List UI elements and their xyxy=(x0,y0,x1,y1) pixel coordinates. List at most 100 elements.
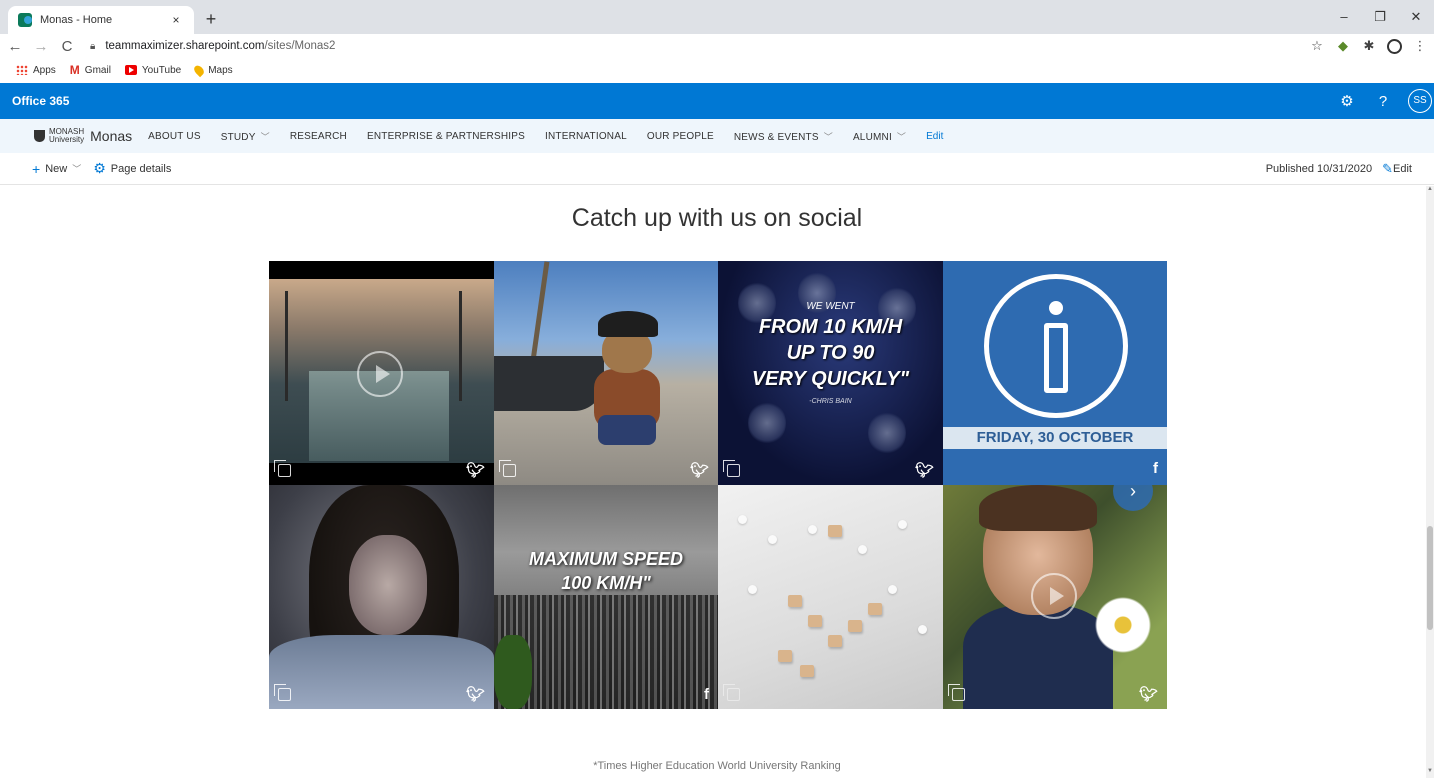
profile-avatar-icon[interactable] xyxy=(1387,38,1402,54)
twitter-icon: 🐦︎ xyxy=(914,462,934,479)
reload-icon[interactable]: C xyxy=(56,38,78,55)
carousel-next-button[interactable]: › xyxy=(1113,485,1153,511)
browser-menu-icon[interactable]: ⋮ xyxy=(1412,38,1428,54)
scroll-down-icon[interactable]: ▼ xyxy=(1426,768,1434,778)
browser-tab-bar: Monas - Home × + – ❐ ✕ xyxy=(0,0,1434,34)
page-scrollbar[interactable]: ▲ ▼ xyxy=(1426,186,1434,778)
suite-title[interactable]: Office 365 xyxy=(12,94,69,108)
ranking-footnote: *Times Higher Education World University… xyxy=(593,760,841,772)
restore-button[interactable]: ❐ xyxy=(1362,0,1398,34)
forward-arrow-icon[interactable]: → xyxy=(30,38,52,55)
close-window-button[interactable]: ✕ xyxy=(1398,0,1434,34)
new-tab-button[interactable]: + xyxy=(200,8,222,30)
new-button[interactable]: + New ﹀ xyxy=(32,161,81,177)
social-post-tile[interactable]: › 🐦︎ xyxy=(943,485,1167,709)
twitter-icon: 🐦︎ xyxy=(465,462,485,479)
date-banner: FRIDAY, 30 OCTOBER xyxy=(943,427,1167,449)
bookmark-maps[interactable]: Maps xyxy=(192,63,233,77)
multi-post-icon xyxy=(948,684,965,701)
nav-about-us[interactable]: ABOUT US xyxy=(148,131,201,142)
multi-post-icon xyxy=(499,460,516,477)
nav-our-people[interactable]: OUR PEOPLE xyxy=(647,131,714,142)
published-status: Published 10/31/2020 xyxy=(1265,163,1373,175)
gmail-icon: M xyxy=(69,63,80,77)
page-details-button[interactable]: ⚙ Page details xyxy=(93,160,171,177)
bookmark-apps[interactable]: Apps xyxy=(16,65,56,76)
nav-enterprise[interactable]: ENTERPRISE & PARTNERSHIPS xyxy=(367,131,525,142)
nav-label: RESEARCH xyxy=(289,130,347,142)
minimize-button[interactable]: – xyxy=(1326,0,1362,34)
bookmark-star-icon[interactable]: ☆ xyxy=(1309,38,1325,54)
tile-bottom-bar xyxy=(269,463,494,485)
scroll-thumb[interactable] xyxy=(1427,526,1433,630)
youtube-icon xyxy=(124,65,137,75)
social-post-tile[interactable]: WE WENT FROM 10 KM/H UP TO 90 VERY QUICK… xyxy=(718,261,943,485)
model-house xyxy=(778,650,792,662)
twitter-icon: 🐦︎ xyxy=(1138,686,1158,703)
nav-label: ENTERPRISE & PARTNERSHIPS xyxy=(366,130,525,142)
social-post-tile[interactable]: 🐦︎ xyxy=(269,485,494,709)
social-post-tile[interactable]: FRIDAY, 30 OCTOBER f xyxy=(943,261,1167,485)
extension-icon[interactable]: ◆ xyxy=(1335,38,1351,54)
nav-international[interactable]: INTERNATIONAL xyxy=(545,131,627,142)
nav-label: OUR PEOPLE xyxy=(646,130,714,142)
bookmark-gmail[interactable]: M Gmail xyxy=(70,63,111,77)
monash-shield-icon xyxy=(34,130,45,142)
quote-line: MAXIMUM SPEED xyxy=(528,549,683,569)
scroll-up-icon[interactable]: ▲ xyxy=(1426,186,1434,196)
puzzle-extensions-icon[interactable]: ✱ xyxy=(1361,38,1377,54)
lock-icon[interactable]: 🔒︎ xyxy=(90,41,95,52)
nav-label: NEWS & EVENTS xyxy=(733,131,819,143)
quote-line: UP TO 90 xyxy=(786,342,875,364)
info-dot xyxy=(1049,301,1063,315)
multi-post-icon xyxy=(274,460,291,477)
browser-tab[interactable]: Monas - Home × xyxy=(8,6,194,34)
nav-study[interactable]: STUDY ﹀ xyxy=(221,130,270,143)
nav-news-events[interactable]: NEWS & EVENTS ﹀ xyxy=(734,130,833,143)
back-arrow-icon[interactable]: ← xyxy=(4,38,26,55)
site-navigation: MONASH University Monas ABOUT US STUDY ﹀ R… xyxy=(0,119,1434,153)
nav-edit-link[interactable]: Edit xyxy=(926,131,943,142)
bookmark-youtube[interactable]: YouTube xyxy=(124,64,182,76)
hair-shape xyxy=(979,485,1097,531)
model-house xyxy=(848,620,862,632)
chevron-down-icon: ﹀ xyxy=(896,131,907,142)
crane-shape xyxy=(459,291,462,401)
brain-scan xyxy=(868,411,906,455)
tab-close-icon[interactable]: × xyxy=(168,13,184,27)
apps-grid-icon xyxy=(16,65,28,75)
quote-intro: WE WENT xyxy=(806,301,855,312)
social-post-tile[interactable]: 🐦︎ xyxy=(494,261,718,485)
play-icon[interactable] xyxy=(357,351,403,397)
play-icon[interactable] xyxy=(1031,573,1077,619)
nav-alumni[interactable]: ALUMNI ﹀ xyxy=(853,130,906,143)
quote-line: FROM 10 KM/H xyxy=(758,316,903,338)
chevron-down-icon: ﹀ xyxy=(260,131,270,142)
nav-label: INTERNATIONAL xyxy=(544,130,627,142)
social-post-tile[interactable]: 🐦︎ xyxy=(269,261,494,485)
command-bar-right: Published 10/31/2020 ✎ Edit xyxy=(1266,153,1424,185)
page-command-bar: + New ﹀ ⚙ Page details Published 10/31/2020… xyxy=(0,153,1434,185)
nav-research[interactable]: RESEARCH xyxy=(290,131,347,142)
social-post-tile[interactable]: MAXIMUM SPEED 100 KM/H" f xyxy=(494,485,718,709)
nav-label: STUDY xyxy=(220,131,256,143)
help-icon[interactable]: ? xyxy=(1372,93,1394,110)
settings-gear-icon[interactable]: ⚙ xyxy=(1336,92,1358,110)
gear-icon: ⚙ xyxy=(93,160,106,176)
suite-icons: ⚙ ? SS xyxy=(1336,83,1432,119)
info-stem xyxy=(1044,323,1068,393)
twitter-icon: 🐦︎ xyxy=(689,462,709,479)
quote-line: VERY QUICKLY" xyxy=(751,368,910,390)
social-post-tile[interactable] xyxy=(718,485,943,709)
omnibox[interactable]: 🔒︎ teammaximizer.sharepoint.com/sites/Mo… xyxy=(90,35,1334,57)
url-text[interactable]: teammaximizer.sharepoint.com/sites/Monas… xyxy=(105,40,335,52)
dog-pants xyxy=(598,415,656,445)
user-avatar[interactable]: SS xyxy=(1408,89,1432,113)
model-tree xyxy=(768,535,777,544)
bookmark-label: YouTube xyxy=(141,64,182,76)
bookmark-label: Apps xyxy=(33,64,56,76)
model-house xyxy=(828,635,842,647)
edit-page-button[interactable]: ✎ Edit xyxy=(1382,161,1412,177)
monash-logo[interactable]: MONASH University xyxy=(34,128,84,144)
site-title[interactable]: Monas xyxy=(90,128,132,144)
